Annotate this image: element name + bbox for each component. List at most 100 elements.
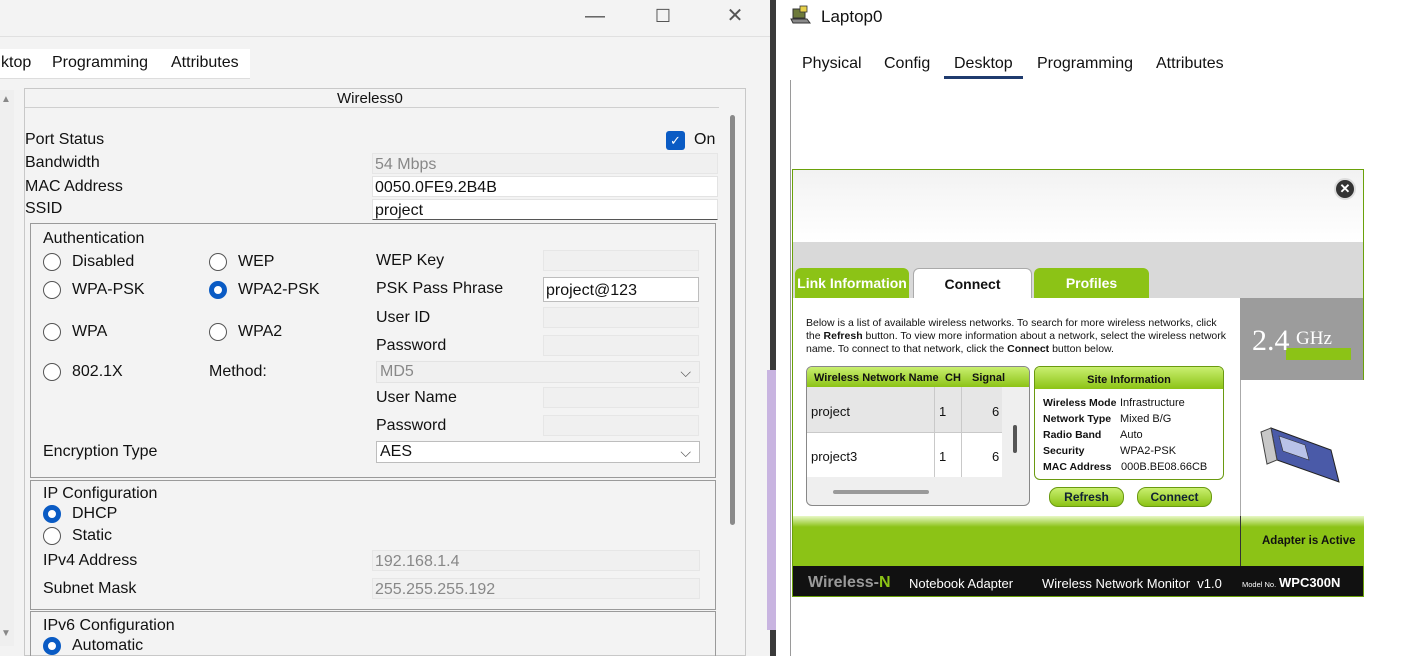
site-key-network-type: Network Type — [1043, 413, 1112, 425]
site-key-mac: MAC Address — [1043, 461, 1112, 473]
network-ch: 1 — [939, 449, 947, 464]
radio-ipv6-automatic[interactable] — [43, 637, 61, 655]
radio-wpa2[interactable] — [209, 323, 227, 341]
ssid-label: SSID — [25, 200, 63, 217]
user-id-field — [543, 307, 699, 328]
minimize-icon[interactable]: — — [572, 2, 618, 30]
ssid-field[interactable]: project — [372, 199, 718, 220]
title-divider — [0, 36, 770, 37]
site-value-wireless-mode: Infrastructure — [1120, 397, 1185, 409]
subnet-mask-field: 255.255.255.192 — [372, 578, 700, 599]
radio-wpa2-psk-label: WPA2-PSK — [238, 281, 320, 298]
connect-instructions: Below is a list of available wireless ne… — [806, 317, 1230, 356]
intro-connect: Connect — [1007, 343, 1050, 355]
tab-profiles[interactable]: Profiles — [1034, 268, 1149, 298]
band-panel: 2.4 GHz — [1240, 298, 1363, 380]
mac-address-field[interactable]: 0050.0FE9.2B4B — [372, 176, 718, 197]
scroll-down-icon[interactable]: ▼ — [1, 628, 11, 639]
refresh-button[interactable]: Refresh — [1049, 487, 1124, 507]
chevron-down-icon: ⌵ — [680, 444, 691, 460]
left-outer-scrollbar[interactable]: ▲ ▼ — [0, 90, 14, 646]
close-icon[interactable]: ✕ — [712, 2, 758, 30]
radio-wep-label: WEP — [238, 253, 275, 270]
network-list: Wireless Network Name CH Signal project … — [806, 366, 1030, 506]
intro-text-3: button below. — [1049, 343, 1114, 355]
panel-scrollbar-thumb[interactable] — [730, 115, 735, 525]
radio-wep[interactable] — [209, 253, 227, 271]
tab-programming[interactable]: Programming — [42, 49, 158, 77]
monitor-header — [793, 170, 1363, 242]
column-divider — [961, 387, 962, 477]
encryption-type-select[interactable]: AES ⌵ — [376, 441, 700, 463]
tab-programming[interactable]: Programming — [1027, 50, 1143, 78]
monitor-status-bar — [793, 516, 1240, 566]
adapter-status-text: Adapter is Active — [1262, 535, 1356, 547]
col-ch: CH — [945, 372, 961, 384]
encryption-value: AES — [380, 443, 413, 460]
list-hscrollbar-thumb[interactable] — [833, 490, 929, 494]
tab-link-information[interactable]: Link Information — [795, 268, 909, 298]
authentication-title: Authentication — [43, 230, 145, 247]
radio-static[interactable] — [43, 527, 61, 545]
radio-wpa-psk-label: WPA-PSK — [72, 281, 145, 298]
tab-attributes[interactable]: Attributes — [1146, 50, 1234, 78]
wep-key-label: WEP Key — [376, 252, 445, 269]
ipv6-configuration-title: IPv6 Configuration — [43, 617, 175, 634]
password2-field — [543, 415, 699, 436]
bandwidth-label: Bandwidth — [25, 154, 100, 171]
user-name-field — [543, 387, 699, 408]
radio-disabled[interactable] — [43, 253, 61, 271]
radio-dhcp[interactable] — [43, 505, 61, 523]
scroll-up-icon[interactable]: ▲ — [1, 94, 11, 105]
chevron-down-icon: ⌵ — [680, 364, 691, 380]
psk-pass-phrase-input[interactable]: project@123 — [543, 277, 699, 302]
user-name-label: User Name — [376, 389, 457, 406]
port-status-checkbox[interactable]: ✓ — [666, 131, 685, 150]
connect-button[interactable]: Connect — [1137, 487, 1212, 507]
title-divider — [25, 107, 719, 108]
list-scrollbar-thumb[interactable] — [1013, 425, 1017, 453]
tab-attributes[interactable]: Attributes — [161, 49, 249, 77]
close-icon[interactable]: ✕ — [1334, 178, 1356, 200]
network-signal: 6 — [992, 449, 1000, 464]
method-label: Method: — [209, 363, 267, 380]
method-value: MD5 — [380, 363, 414, 380]
band-unit: GHz — [1296, 328, 1332, 349]
radio-8021x-label: 802.1X — [72, 363, 123, 380]
col-signal: Signal — [972, 372, 1006, 384]
site-key-radio-band: Radio Band — [1043, 429, 1102, 441]
method-select: MD5 ⌵ — [376, 361, 700, 383]
radio-dhcp-label: DHCP — [72, 505, 118, 522]
footer-brand-n: N — [879, 574, 891, 591]
tab-config[interactable]: Config — [874, 50, 940, 78]
tab-connect[interactable]: Connect — [913, 268, 1032, 299]
site-value-security: WPA2-PSK — [1120, 445, 1177, 457]
radio-wpa-psk[interactable] — [43, 281, 61, 299]
window-title: Laptop0 — [821, 7, 883, 26]
tab-physical[interactable]: Physical — [792, 50, 872, 78]
wep-key-field — [543, 250, 699, 271]
tab-desktop[interactable]: ktop — [0, 49, 41, 77]
user-id-label: User ID — [376, 309, 431, 326]
psk-label: PSK Pass Phrase — [376, 280, 504, 297]
footer-app-name: Wireless Network Monitor v1.0 — [1042, 576, 1222, 591]
port-status-label: Port Status — [25, 131, 105, 148]
footer-model: WPC300N — [1279, 575, 1341, 590]
maximize-icon[interactable]: ☐ — [640, 2, 686, 30]
ip-configuration-title: IP Configuration — [43, 485, 158, 502]
site-information-box: Site Information Wireless Mode Infrastru… — [1034, 366, 1224, 480]
band-number: 2.4 — [1252, 324, 1290, 357]
radio-wpa[interactable] — [43, 323, 61, 341]
adapter-card-icon — [1260, 427, 1340, 483]
radio-wpa2-psk[interactable] — [209, 281, 227, 299]
footer-brand-wireless: Wireless- — [808, 574, 879, 591]
network-name: project — [811, 404, 851, 419]
mac-address-label: MAC Address — [25, 178, 123, 195]
tab-desktop[interactable]: Desktop — [944, 50, 1023, 79]
port-status-value: On — [694, 131, 716, 148]
site-value-mac: 000B.BE08.66CB — [1121, 461, 1208, 473]
intro-refresh: Refresh — [823, 330, 863, 342]
subnet-mask-label: Subnet Mask — [43, 580, 137, 597]
network-name: project3 — [811, 449, 858, 464]
radio-8021x[interactable] — [43, 363, 61, 381]
